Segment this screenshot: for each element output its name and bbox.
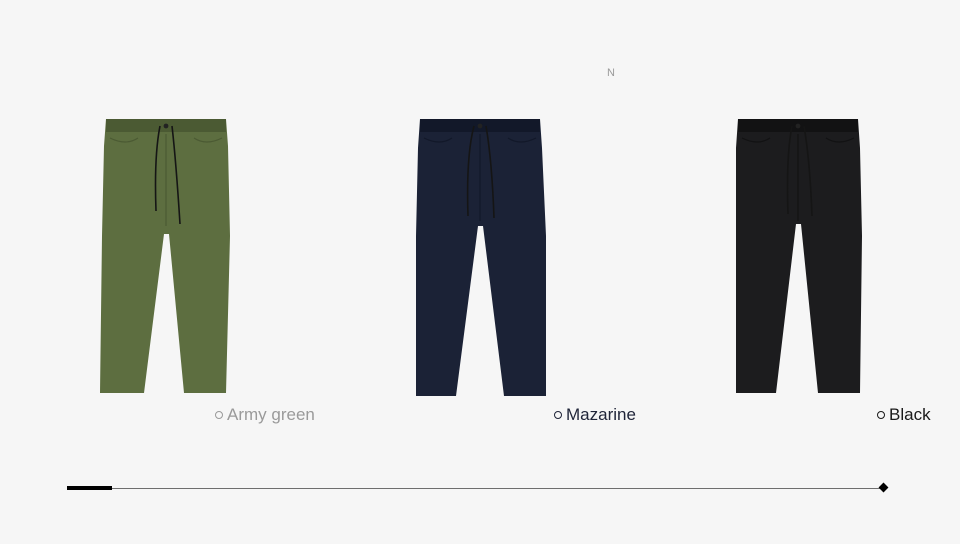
pants-image-army-green [96, 116, 236, 398]
radio-circle-icon [215, 411, 223, 419]
header-letter: N [607, 67, 616, 79]
color-option-mazarine[interactable]: Mazarine [554, 405, 636, 425]
slider-track[interactable] [67, 487, 883, 489]
color-label: Black [889, 405, 931, 424]
color-option-army-green[interactable]: Army green [215, 405, 315, 425]
pants-mazarine-icon [416, 119, 546, 396]
pants-black-icon [736, 119, 862, 393]
radio-circle-icon [877, 411, 885, 419]
product-color-page: N Army green Mazarine Black [0, 0, 960, 544]
slider-end-diamond-icon [878, 482, 889, 493]
color-option-black[interactable]: Black [877, 405, 931, 425]
pants-image-mazarine [412, 116, 552, 398]
pants-army-green-icon [100, 119, 230, 393]
radio-circle-icon [554, 411, 562, 419]
color-label: Mazarine [566, 405, 636, 424]
color-label: Army green [227, 405, 315, 424]
slider-thumb[interactable] [67, 486, 112, 490]
pants-image-black [732, 116, 872, 398]
